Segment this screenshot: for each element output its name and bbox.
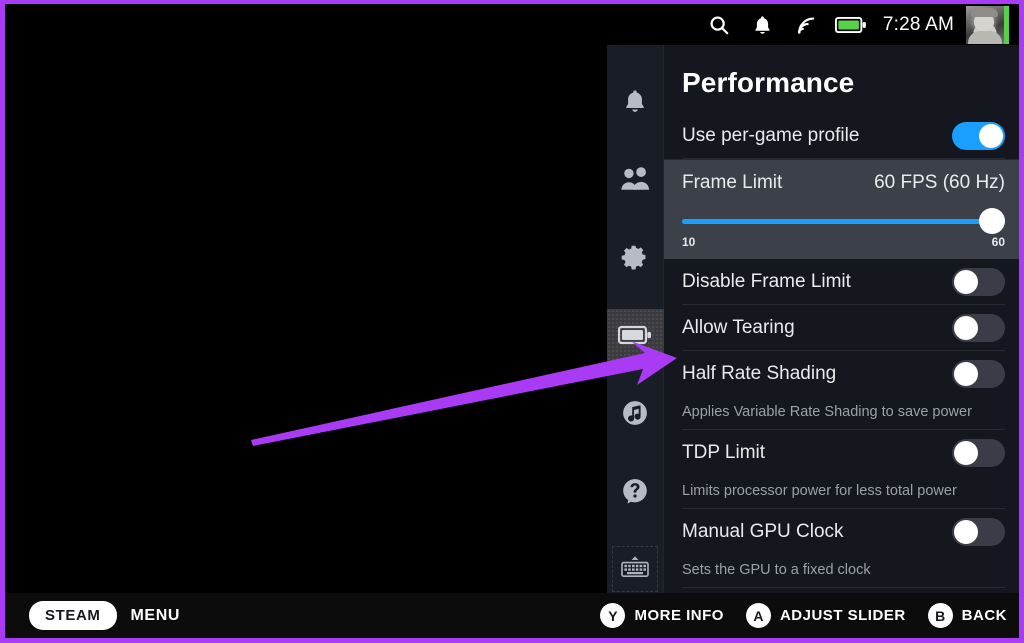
wifi-icon[interactable] <box>785 4 829 45</box>
hint-label: BACK <box>961 607 1007 624</box>
quick-access-menu: Performance Use per-game profile Frame L… <box>606 45 1019 598</box>
battery-icon[interactable] <box>829 4 873 45</box>
status-bar: 7:28 AM <box>5 4 1019 45</box>
notification-bell-icon <box>622 87 648 120</box>
quick-access-rail <box>606 45 664 598</box>
toggle-disable-frame-limit[interactable] <box>952 267 1005 296</box>
a-button-icon: A <box>745 603 771 628</box>
slider-max-label: 60 <box>991 235 1005 249</box>
music-note-icon <box>621 399 649 432</box>
desc-half-rate-shading: Applies Variable Rate Shading to save po… <box>682 397 1005 430</box>
row-disable-frame-limit[interactable]: Disable Frame Limit <box>682 259 1005 305</box>
row-frame-limit[interactable]: Frame Limit 60 FPS (60 Hz) <box>682 160 1005 206</box>
toggle-knob <box>954 441 978 465</box>
toggle-knob <box>954 269 978 294</box>
row-label: TDP Limit <box>682 442 766 463</box>
toggle-knob <box>979 123 1003 148</box>
steam-button[interactable]: STEAM <box>29 601 117 630</box>
sidebar-item-friends[interactable] <box>607 153 664 210</box>
toggle-tdp-limit[interactable] <box>952 439 1005 467</box>
toggle-manual-gpu-clock[interactable] <box>952 518 1005 546</box>
row-label: Disable Frame Limit <box>682 270 851 292</box>
row-label: Allow Tearing <box>682 316 795 338</box>
search-icon[interactable] <box>697 4 741 45</box>
sidebar-item-help[interactable] <box>607 465 664 522</box>
slider-knob[interactable] <box>979 208 1005 234</box>
sidebar-item-notifications[interactable] <box>607 75 664 132</box>
avatar-body <box>968 30 1002 44</box>
b-button-icon: B <box>927 603 953 628</box>
row-tdp-limit[interactable]: TDP Limit <box>682 430 1005 476</box>
sidebar-item-performance[interactable] <box>606 309 664 366</box>
notification-bell-icon[interactable] <box>741 4 785 45</box>
row-manual-gpu-clock[interactable]: Manual GPU Clock <box>682 509 1005 555</box>
bottom-action-bar: STEAM MENU Y MORE INFO A ADJUST SLIDER B… <box>5 593 1019 638</box>
hint-label: ADJUST SLIDER <box>779 607 906 624</box>
desc-manual-gpu-clock: Sets the GPU to a fixed clock <box>682 555 1005 588</box>
row-label: Frame Limit <box>682 172 783 193</box>
row-half-rate-shading[interactable]: Half Rate Shading <box>682 351 1005 397</box>
row-label: Use per-game profile <box>682 124 860 146</box>
toggle-half-rate-shading[interactable] <box>952 360 1005 388</box>
toggle-knob <box>954 362 978 386</box>
toggle-knob <box>954 315 978 340</box>
frame-limit-value: 60 FPS (60 Hz) <box>874 172 1005 193</box>
keyboard-icon <box>619 554 651 585</box>
battery-icon <box>617 324 652 351</box>
slider-fill <box>682 219 1005 224</box>
menu-label: MENU <box>130 606 181 624</box>
hint-label: MORE INFO <box>634 607 724 624</box>
toggle-use-per-game-profile[interactable] <box>952 121 1005 150</box>
desc-tdp-limit: Limits processor power for less total po… <box>682 476 1005 509</box>
sidebar-item-music[interactable] <box>607 387 664 444</box>
performance-panel: Performance Use per-game profile Frame L… <box>664 45 1019 598</box>
row-allow-tearing[interactable]: Allow Tearing <box>682 305 1005 351</box>
hint-adjust-slider[interactable]: A ADJUST SLIDER <box>745 603 906 628</box>
page-title: Performance <box>682 67 855 98</box>
friends-icon <box>620 166 650 197</box>
sidebar-item-quick-settings[interactable] <box>607 231 664 288</box>
avatar-hat <box>971 7 998 17</box>
gear-icon <box>621 243 649 276</box>
y-button-icon: Y <box>600 603 626 628</box>
sidebar-item-keyboard[interactable] <box>612 546 658 592</box>
slider-min-label: 10 <box>682 235 696 249</box>
steam-deck-screen: 7:28 AM Performance Use per-game profile… <box>5 4 1019 638</box>
frame-limit-slider[interactable] <box>682 208 1005 234</box>
frame-limit-block[interactable]: Frame Limit 60 FPS (60 Hz) 10 60 <box>664 159 1019 259</box>
game-background-art <box>5 45 617 598</box>
toggle-allow-tearing[interactable] <box>952 313 1005 342</box>
row-use-per-game-profile[interactable]: Use per-game profile <box>682 113 1005 159</box>
annotation-frame: 7:28 AM Performance Use per-game profile… <box>0 0 1024 643</box>
online-status-indicator <box>1004 5 1009 44</box>
clock: 7:28 AM <box>882 13 954 35</box>
help-question-icon <box>621 477 649 510</box>
avatar[interactable] <box>966 5 1004 44</box>
toggle-knob <box>954 520 978 544</box>
hint-back[interactable]: B BACK <box>927 603 1007 628</box>
button-hints: Y MORE INFO A ADJUST SLIDER B BACK <box>600 603 1007 628</box>
hint-more-info[interactable]: Y MORE INFO <box>600 603 724 628</box>
row-label: Half Rate Shading <box>682 363 837 384</box>
row-label: Manual GPU Clock <box>682 521 844 542</box>
slider-scale: 10 60 <box>682 235 1005 249</box>
